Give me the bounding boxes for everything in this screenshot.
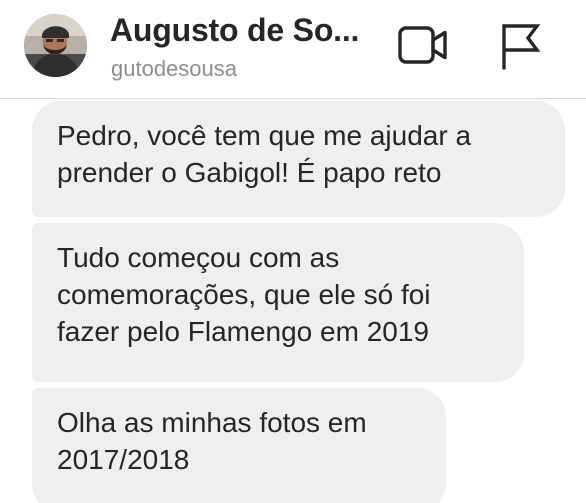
- contact-name[interactable]: Augusto de So...: [110, 12, 359, 49]
- chat-header: Augusto de So... gutodesousa: [0, 0, 586, 99]
- avatar-photo: [24, 14, 87, 77]
- video-camera-icon: [398, 26, 447, 64]
- message-bubble[interactable]: Tudo começou com as comemorações, que el…: [32, 223, 524, 382]
- message-bubble[interactable]: Pedro, você tem que me ajudar a prender …: [32, 101, 565, 217]
- video-call-button[interactable]: [397, 24, 449, 66]
- direct-message-screen: Augusto de So... gutodesousa Pedro, você…: [0, 0, 586, 503]
- contact-username: gutodesousa: [111, 56, 237, 81]
- avatar[interactable]: [24, 14, 87, 77]
- report-button[interactable]: [497, 20, 543, 70]
- message-bubble[interactable]: Olha as minhas fotos em 2017/2018: [32, 388, 446, 503]
- flag-icon: [502, 24, 541, 70]
